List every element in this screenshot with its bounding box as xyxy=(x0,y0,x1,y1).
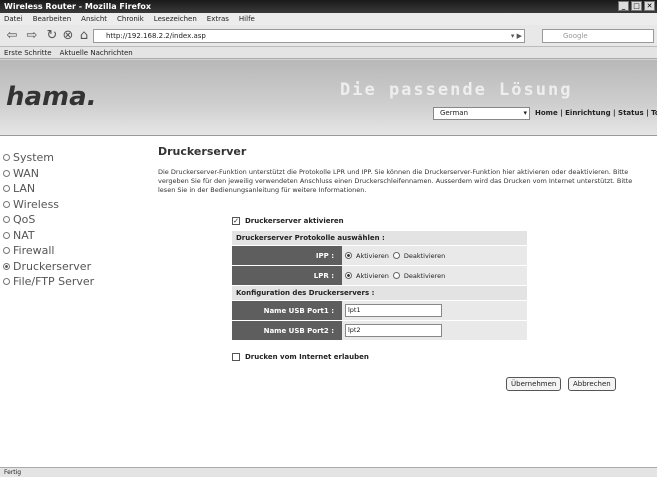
ipp-activate-radio[interactable] xyxy=(345,252,352,259)
settings-table: Druckerserver Protokolle auswählen : IPP… xyxy=(232,231,527,341)
sidebar-item-system[interactable]: System xyxy=(0,150,140,166)
reload-icon[interactable]: ↻ xyxy=(44,28,60,44)
sidebar-item-wireless[interactable]: Wireless xyxy=(0,197,140,213)
hama-logo: hama. xyxy=(6,82,97,112)
usb-port2-label: Name USB Port2 : xyxy=(232,321,342,340)
ipp-activate-label: Aktivieren xyxy=(356,251,389,260)
menu-extras[interactable]: Extras xyxy=(207,13,229,25)
home-icon[interactable]: ⌂ xyxy=(76,28,92,44)
bookmark-erste-schritte[interactable]: Erste Schritte xyxy=(4,47,52,58)
sidebar-item-druckerserver[interactable]: Druckerserver xyxy=(0,259,140,275)
lpr-label: LPR : xyxy=(232,266,342,285)
page-title: Druckerserver xyxy=(158,145,247,158)
cancel-button[interactable]: Abbrechen xyxy=(568,377,616,391)
sidebar-item-label: Firewall xyxy=(13,244,55,257)
internet-print-checkbox[interactable] xyxy=(232,353,240,361)
radio-icon xyxy=(3,185,10,192)
search-placeholder: Google xyxy=(563,32,588,40)
lpr-deactivate-label: Deaktivieren xyxy=(403,271,446,280)
router-header: hama. Die passende Lösung German ▾ Home … xyxy=(0,60,657,136)
radio-selected-icon xyxy=(3,262,10,270)
ipp-row: IPP : Aktivieren Deaktivieren xyxy=(232,246,527,266)
lpr-activate-label: Aktivieren xyxy=(356,271,389,280)
internet-print-row: Drucken vom Internet erlauben xyxy=(232,353,369,361)
usb-port2-input[interactable]: lpt2 xyxy=(345,324,442,337)
sidebar: System WAN LAN Wireless QoS NAT Firewall… xyxy=(0,150,140,290)
enable-printserver-row: ✓ Druckerserver aktivieren xyxy=(232,217,344,225)
sidebar-item-label: WAN xyxy=(13,166,40,180)
chevron-down-icon: ▾ xyxy=(523,109,527,117)
back-arrow-icon[interactable]: ⇦ xyxy=(4,28,20,44)
navigation-toolbar: ⇦ ⇨ ↻ ⊗ ⌂ http://192.168.2.2/index.asp ▾… xyxy=(0,25,657,47)
usb-port1-row: Name USB Port1 : lpt1 xyxy=(232,301,527,321)
search-input[interactable]: Google xyxy=(542,29,654,43)
menu-hilfe[interactable]: Hilfe xyxy=(239,13,255,25)
menu-ansicht[interactable]: Ansicht xyxy=(81,13,107,25)
radio-icon xyxy=(3,154,10,161)
menu-chronik[interactable]: Chronik xyxy=(117,13,144,25)
sidebar-item-label: LAN xyxy=(13,182,36,195)
sidebar-item-label: NAT xyxy=(13,228,35,242)
window-titlebar: Wireless Router - Mozilla Firefox _ □ ✕ xyxy=(0,0,657,13)
usb-port2-row: Name USB Port2 : lpt2 xyxy=(232,321,527,341)
bookmarks-toolbar: Erste Schritte Aktuelle Nachrichten xyxy=(0,47,657,59)
url-text: http://192.168.2.2/index.asp xyxy=(106,32,206,40)
minimize-button[interactable]: _ xyxy=(618,1,629,11)
bookmark-aktuelle-nachrichten[interactable]: Aktuelle Nachrichten xyxy=(60,47,133,58)
sidebar-item-label: File/FTP Server xyxy=(13,275,95,288)
page-description: Die Druckerserver-Funktion unterstützt d… xyxy=(158,168,633,194)
radio-icon xyxy=(3,200,10,208)
config-section-header: Konfiguration des Druckerservers : xyxy=(232,286,527,301)
sidebar-item-firewall[interactable]: Firewall xyxy=(0,243,140,259)
internet-print-label: Drucken vom Internet erlauben xyxy=(245,353,369,361)
ipp-label: IPP : xyxy=(232,246,342,265)
page-content: hama. Die passende Lösung German ▾ Home … xyxy=(0,60,657,467)
sidebar-item-qos[interactable]: QoS xyxy=(0,212,140,228)
go-arrow-icon[interactable]: ▾ ▶ xyxy=(511,30,522,42)
close-button[interactable]: ✕ xyxy=(644,1,655,11)
menu-bearbeiten[interactable]: Bearbeiten xyxy=(33,13,71,25)
menu-datei[interactable]: Datei xyxy=(4,13,23,25)
maximize-button[interactable]: □ xyxy=(631,1,642,11)
lpr-deactivate-radio[interactable] xyxy=(392,272,400,279)
sidebar-item-label: System xyxy=(13,151,55,164)
sidebar-item-lan[interactable]: LAN xyxy=(0,181,140,197)
radio-icon xyxy=(3,169,10,177)
status-bar: Fertig xyxy=(0,467,657,477)
sidebar-item-file-ftp-server[interactable]: File/FTP Server xyxy=(0,274,140,290)
sidebar-item-label: Druckerserver xyxy=(13,259,92,273)
status-text: Fertig xyxy=(4,469,22,476)
stop-icon[interactable]: ⊗ xyxy=(60,28,76,44)
url-bar[interactable]: http://192.168.2.2/index.asp ▾ ▶ xyxy=(93,29,525,43)
lpr-activate-radio[interactable] xyxy=(345,272,352,279)
protocols-section-header: Druckerserver Protokolle auswählen : xyxy=(232,231,527,246)
lpr-row: LPR : Aktivieren Deaktivieren xyxy=(232,266,527,286)
language-value: German xyxy=(440,109,469,117)
radio-icon xyxy=(3,247,10,254)
sidebar-item-nat[interactable]: NAT xyxy=(0,228,140,244)
window-title: Wireless Router - Mozilla Firefox xyxy=(4,2,152,11)
menu-lesezeichen[interactable]: Lesezeichen xyxy=(154,13,197,25)
top-nav-links[interactable]: Home | Einrichtung | Status | Tool xyxy=(535,109,657,117)
enable-printserver-label: Druckerserver aktivieren xyxy=(245,217,344,225)
ipp-deactivate-radio[interactable] xyxy=(392,252,400,259)
header-tagline: Die passende Lösung xyxy=(340,80,573,100)
usb-port1-label: Name USB Port1 : xyxy=(232,301,342,320)
usb-port1-input[interactable]: lpt1 xyxy=(345,304,442,317)
enable-printserver-checkbox[interactable]: ✓ xyxy=(232,217,240,225)
sidebar-item-wan[interactable]: WAN xyxy=(0,166,140,182)
sidebar-item-label: QoS xyxy=(13,213,36,226)
main-panel: Druckerserver Die Druckerserver-Funktion… xyxy=(158,145,648,391)
radio-icon xyxy=(3,216,10,223)
ipp-deactivate-label: Deaktivieren xyxy=(403,251,446,260)
radio-icon xyxy=(3,231,10,239)
radio-icon xyxy=(3,278,10,285)
menu-bar: Datei Bearbeiten Ansicht Chronik Lesezei… xyxy=(0,13,657,25)
forward-arrow-icon[interactable]: ⇨ xyxy=(24,28,40,44)
sidebar-item-label: Wireless xyxy=(13,197,60,211)
language-select[interactable]: German ▾ xyxy=(433,107,530,120)
apply-button[interactable]: Übernehmen xyxy=(506,377,562,391)
